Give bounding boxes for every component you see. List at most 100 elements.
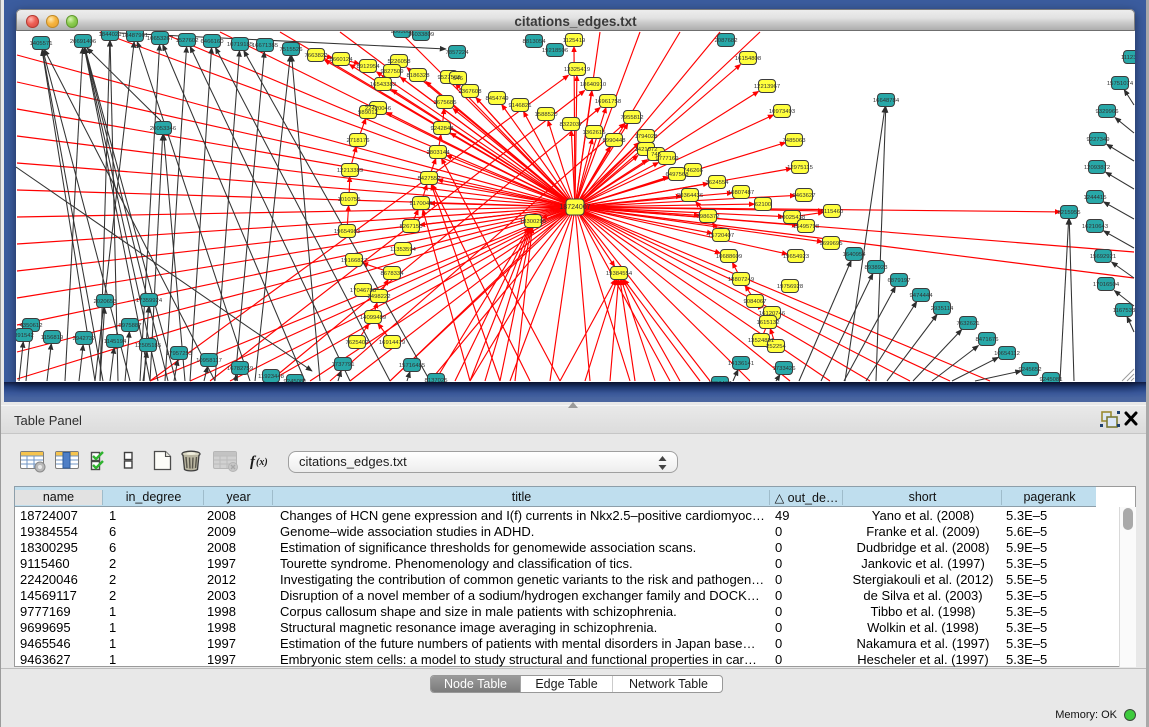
svg-text:2087682: 2087682 — [715, 38, 738, 44]
svg-text:2935114: 2935114 — [931, 306, 954, 312]
svg-text:1640954: 1640954 — [843, 252, 867, 258]
svg-text:1244415: 1244415 — [1084, 195, 1108, 201]
svg-text:10025438: 10025438 — [779, 215, 806, 221]
svg-text:19384554: 19384554 — [606, 271, 633, 277]
svg-text:2942737: 2942737 — [73, 336, 96, 342]
svg-text:7663822: 7663822 — [305, 53, 328, 59]
svg-text:17016504: 17016504 — [1093, 282, 1120, 288]
svg-text:16543382: 16543382 — [370, 82, 396, 88]
svg-text:10653267: 10653267 — [147, 36, 173, 42]
svg-text:1737791: 1737791 — [332, 362, 355, 368]
svg-text:1362615: 1362615 — [583, 130, 607, 136]
svg-text:8660124: 8660124 — [330, 57, 354, 63]
svg-text:1145194: 1145194 — [104, 339, 127, 345]
svg-text:7955812: 7955812 — [621, 115, 644, 121]
svg-text:8471676: 8471676 — [976, 337, 1000, 343]
svg-text:12093872: 12093872 — [1084, 165, 1110, 171]
svg-text:20691406: 20691406 — [70, 39, 97, 45]
svg-text:12213967: 12213967 — [754, 84, 780, 90]
svg-text:16033809: 16033809 — [408, 32, 434, 38]
svg-text:14136141: 14136141 — [728, 361, 754, 367]
svg-text:8454749: 8454749 — [486, 96, 509, 102]
svg-text:1167533: 1167533 — [1113, 308, 1135, 314]
svg-text:17359924: 17359924 — [136, 298, 163, 304]
svg-text:16914479: 16914479 — [379, 340, 405, 346]
svg-text:746266: 746266 — [683, 168, 703, 174]
svg-text:8678334: 8678334 — [381, 271, 405, 277]
svg-text:5226058: 5226058 — [388, 59, 412, 65]
svg-text:11923448: 11923448 — [258, 374, 284, 380]
svg-text:15692921: 15692921 — [1090, 254, 1116, 260]
svg-text:6879197: 6879197 — [888, 278, 911, 284]
svg-text:18724007: 18724007 — [559, 204, 590, 211]
svg-text:1112345: 1112345 — [1121, 55, 1135, 61]
svg-text:(x): (x) — [256, 457, 268, 468]
svg-text:16210643: 16210643 — [1082, 224, 1109, 230]
svg-text:2367608: 2367608 — [459, 89, 483, 95]
svg-text:1733426: 1733426 — [773, 366, 797, 372]
svg-text:8813054: 8813054 — [523, 39, 547, 45]
svg-text:10688609: 10688609 — [716, 254, 742, 260]
svg-text:18487961: 18487961 — [122, 33, 148, 39]
svg-text:18640910: 18640910 — [580, 82, 607, 88]
svg-text:16671385: 16671385 — [252, 43, 279, 49]
svg-text:2803144: 2803144 — [427, 150, 451, 156]
svg-text:3498222: 3498222 — [368, 294, 391, 300]
svg-text:10807487: 10807487 — [728, 190, 754, 196]
svg-text:13325419: 13325419 — [564, 67, 590, 73]
svg-text:2020653: 2020653 — [94, 299, 118, 305]
svg-text:1125419: 1125419 — [563, 38, 586, 44]
svg-text:10958117: 10958117 — [196, 358, 222, 364]
svg-text:15716485: 15716485 — [399, 363, 426, 369]
svg-text:10654112: 10654112 — [994, 351, 1020, 357]
svg-text:7625402: 7625402 — [346, 340, 369, 346]
svg-text:8427552: 8427552 — [418, 176, 441, 182]
svg-text:9329966: 9329966 — [1096, 109, 1120, 115]
svg-text:2718176: 2718176 — [347, 138, 371, 144]
svg-text:19654983: 19654983 — [334, 229, 361, 235]
svg-text:17957253: 17957253 — [166, 351, 193, 357]
svg-text:1405571: 1405571 — [30, 41, 53, 47]
svg-text:9242848: 9242848 — [431, 126, 455, 132]
svg-text:12975115: 12975115 — [787, 165, 813, 171]
svg-text:7485063: 7485063 — [783, 138, 807, 144]
svg-text:1010755: 1010755 — [338, 197, 362, 203]
svg-text:8938923: 8938923 — [865, 265, 889, 271]
svg-text:9245652: 9245652 — [1019, 367, 1042, 373]
svg-text:1588520: 1588520 — [535, 112, 559, 118]
svg-text:16961758: 16961758 — [595, 99, 622, 105]
svg-text:9146821: 9146821 — [509, 103, 532, 109]
svg-text:9245081: 9245081 — [284, 379, 307, 382]
svg-text:12213389: 12213389 — [337, 168, 363, 174]
svg-text:12505185: 12505185 — [135, 343, 162, 349]
svg-text:9084067: 9084067 — [744, 299, 767, 305]
svg-text:11353594: 11353594 — [390, 247, 416, 253]
svg-text:15495798: 15495798 — [793, 224, 820, 230]
svg-text:15751074: 15751074 — [1107, 81, 1134, 87]
svg-text:9699695: 9699695 — [820, 241, 844, 247]
svg-text:8322037: 8322037 — [560, 122, 583, 128]
svg-text:7857224: 7857224 — [446, 50, 470, 56]
svg-text:8215955: 8215955 — [1058, 210, 1082, 216]
svg-text:3624554: 3624554 — [706, 180, 730, 186]
svg-text:9474444: 9474444 — [910, 293, 934, 299]
svg-text:6853467: 6853467 — [709, 381, 732, 382]
svg-text:16154808: 16154808 — [735, 56, 762, 62]
svg-text:1156819: 1156819 — [41, 335, 64, 341]
svg-text:252254: 252254 — [766, 344, 786, 350]
svg-text:989012: 989012 — [358, 110, 378, 116]
svg-text:3675685: 3675685 — [434, 100, 458, 106]
svg-text:9827509: 9827509 — [381, 69, 404, 75]
svg-text:10719185: 10719185 — [227, 42, 254, 48]
svg-text:16648784: 16648784 — [873, 98, 900, 104]
svg-text:9115460: 9115460 — [821, 209, 844, 215]
svg-text:14099489: 14099489 — [360, 315, 386, 321]
svg-text:20053346: 20053346 — [150, 126, 177, 132]
svg-text:8990448: 8990448 — [603, 138, 627, 144]
svg-text:391542: 391542 — [16, 333, 34, 339]
svg-text:62100: 62100 — [755, 202, 772, 208]
svg-text:19218506: 19218506 — [542, 48, 569, 54]
svg-text:18300295: 18300295 — [520, 219, 547, 225]
svg-text:19654923: 19654923 — [783, 254, 810, 260]
svg-text:9245081: 9245081 — [1040, 377, 1063, 382]
